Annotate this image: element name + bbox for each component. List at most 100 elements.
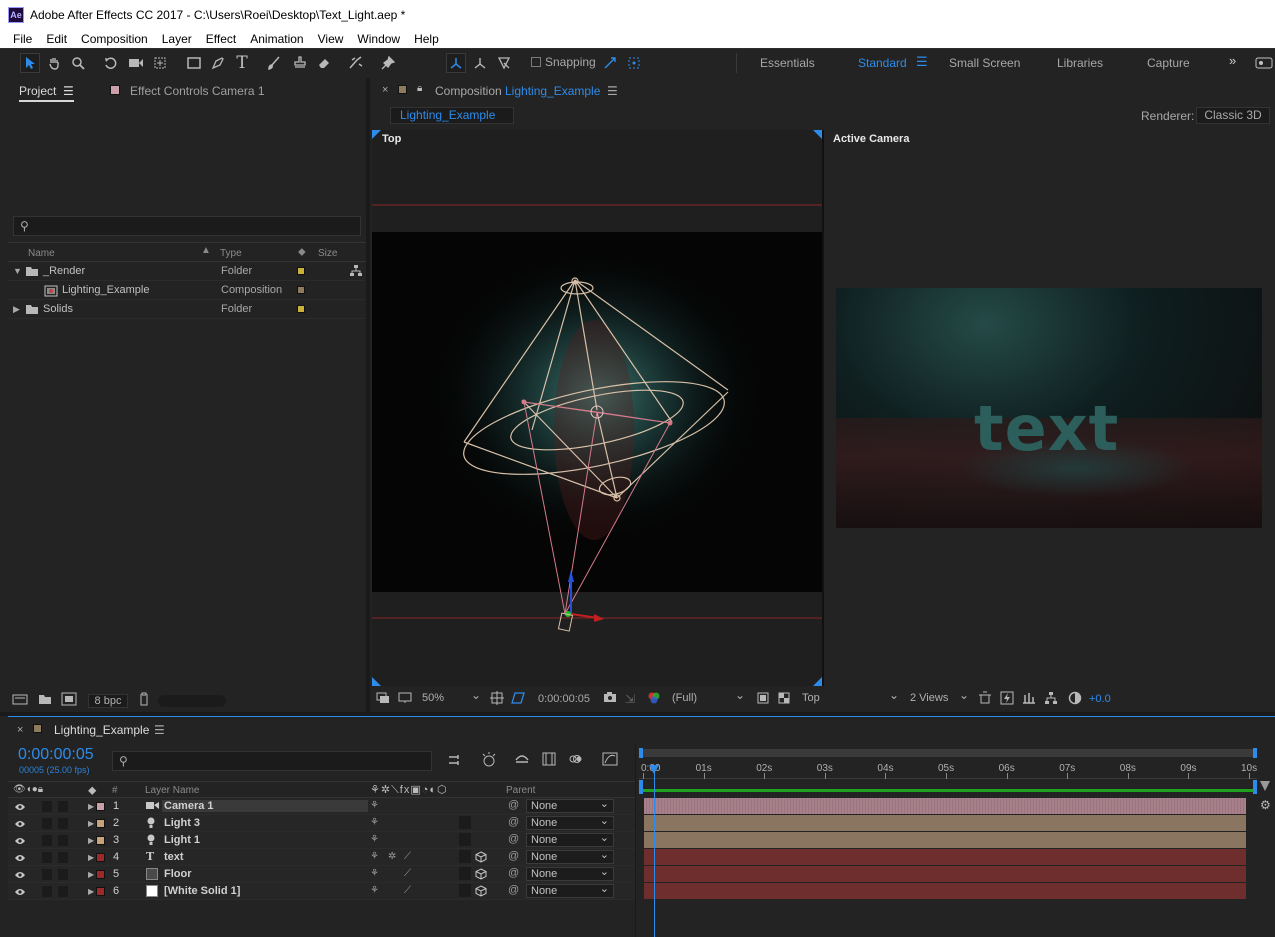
reset-exposure-icon[interactable] xyxy=(1068,691,1082,708)
interpret-footage-icon[interactable] xyxy=(12,693,28,708)
magnification-dropdown[interactable]: 50% xyxy=(418,688,484,707)
adjustment-switch[interactable] xyxy=(459,884,471,897)
layer-name[interactable]: [White Solid 1] xyxy=(162,885,242,897)
shy-switch-icon[interactable]: ⚘ xyxy=(370,868,379,879)
lock-toggle[interactable] xyxy=(58,818,68,829)
layer-label-color[interactable] xyxy=(96,802,105,811)
current-time-indicator[interactable] xyxy=(648,765,659,937)
adjustment-switch[interactable] xyxy=(459,833,471,846)
time-ruler[interactable]: 0:00 01s 02s 03s 04s 05s 06s 07s 08s 09s 10s xyxy=(639,761,1257,779)
show-snapshot-icon[interactable]: ⇲ xyxy=(625,692,635,706)
project-item[interactable]: ▶ Solids Folder xyxy=(8,300,364,319)
solo-toggle[interactable] xyxy=(42,886,52,897)
layer-row[interactable]: ▶ 5 Floor ⚘ @ None ⟋ xyxy=(8,865,635,883)
grid-guide-icon[interactable] xyxy=(490,691,504,708)
timeline-search-input[interactable]: ⚲ xyxy=(112,751,432,771)
work-area-bar[interactable] xyxy=(639,780,1257,794)
type-tool-icon[interactable]: T xyxy=(232,53,252,73)
expand-layer-icon[interactable]: ▶ xyxy=(88,819,94,828)
workspace-menu-icon[interactable]: ☰ xyxy=(916,54,928,70)
snapshot-camera-icon[interactable] xyxy=(603,691,617,706)
3d-layer-icon[interactable] xyxy=(475,851,487,866)
layer-duration-bar[interactable] xyxy=(644,815,1246,832)
visibility-eye-icon[interactable] xyxy=(14,870,26,882)
parent-dropdown[interactable]: None xyxy=(526,814,614,830)
lock-toggle[interactable] xyxy=(58,801,68,812)
transparency-grid-icon[interactable] xyxy=(778,692,790,707)
pick-whip-icon[interactable]: @ xyxy=(508,816,519,828)
effect-controls-tab[interactable]: Effect Controls Camera 1 xyxy=(130,84,265,98)
av-features-icons[interactable]: 👁︎◖●🔒︎ xyxy=(13,784,43,795)
project-tab[interactable]: Project ☰ xyxy=(19,84,74,102)
hide-shy-layers-icon[interactable] xyxy=(514,752,530,769)
pick-whip-icon[interactable]: @ xyxy=(508,799,519,811)
layer-duration-bar[interactable] xyxy=(644,832,1246,849)
layer-name[interactable]: text xyxy=(162,851,186,863)
current-time-display[interactable]: 0:00:00:05 xyxy=(18,746,94,764)
fast-previews-icon[interactable] xyxy=(1000,691,1014,708)
snapping-toggle[interactable]: Snapping xyxy=(531,55,596,69)
workspace-small-screen[interactable]: Small Screen xyxy=(949,56,1020,70)
layer-duration-bar[interactable] xyxy=(644,866,1246,883)
channel-rgb-icon[interactable] xyxy=(647,691,661,708)
expand-layer-icon[interactable]: ▶ xyxy=(88,802,94,811)
visibility-eye-icon[interactable] xyxy=(14,836,26,848)
lock-toggle[interactable] xyxy=(58,835,68,846)
delete-icon[interactable] xyxy=(138,692,150,709)
brush-tool-icon[interactable] xyxy=(264,53,284,73)
layer-duration-bar[interactable] xyxy=(644,849,1246,866)
sort-ascending-icon[interactable]: ▲ xyxy=(201,245,211,256)
panel-menu-icon[interactable]: ☰ xyxy=(63,84,74,98)
shy-switch-icon[interactable]: ⚘ xyxy=(370,885,379,896)
local-axis-mode-icon[interactable] xyxy=(446,53,466,73)
lock-toggle[interactable] xyxy=(58,886,68,897)
solo-toggle[interactable] xyxy=(42,801,52,812)
menu-animation[interactable]: Animation xyxy=(243,32,310,46)
camera-tool-icon[interactable] xyxy=(126,53,146,73)
world-axis-mode-icon[interactable] xyxy=(470,53,490,73)
workspace-standard[interactable]: Standard xyxy=(858,56,907,70)
pick-whip-icon[interactable]: @ xyxy=(508,833,519,845)
parent-dropdown[interactable]: None xyxy=(526,848,614,864)
visibility-eye-icon[interactable] xyxy=(14,887,26,899)
selection-tool-icon[interactable] xyxy=(20,53,40,73)
frame-blending-icon[interactable] xyxy=(542,752,556,769)
resolution-dropdown[interactable]: (Full) xyxy=(668,688,748,707)
search-help-icon[interactable] xyxy=(1254,53,1274,73)
menu-view[interactable]: View xyxy=(311,32,351,46)
active-camera-viewer[interactable]: Active Camera text xyxy=(824,130,1275,686)
snap-edges-icon[interactable] xyxy=(600,53,620,73)
column-name[interactable]: Name xyxy=(28,248,55,259)
quality-switch-icon[interactable]: ⟋ xyxy=(404,868,411,879)
puppet-pin-tool-icon[interactable] xyxy=(378,53,398,73)
menu-help[interactable]: Help xyxy=(407,32,446,46)
menu-edit[interactable]: Edit xyxy=(39,32,74,46)
label-column-icon[interactable]: ⬥ xyxy=(298,246,306,259)
visibility-eye-icon[interactable] xyxy=(14,819,26,831)
view-layout-dropdown[interactable]: 2 Views xyxy=(906,688,972,707)
layer-label-color[interactable] xyxy=(96,870,105,879)
close-tab-icon[interactable]: × xyxy=(382,84,388,96)
mask-visibility-icon[interactable] xyxy=(510,691,526,708)
parent-column[interactable]: Parent xyxy=(506,785,535,796)
parent-dropdown[interactable]: None xyxy=(526,831,614,847)
new-composition-icon[interactable] xyxy=(61,692,77,709)
pan-behind-tool-icon[interactable] xyxy=(150,53,170,73)
solo-toggle[interactable] xyxy=(42,818,52,829)
layer-label-color[interactable] xyxy=(96,853,105,862)
view-axis-mode-icon[interactable] xyxy=(494,53,514,73)
time-navigator[interactable] xyxy=(639,748,1257,758)
snapping-checkbox[interactable] xyxy=(531,57,541,67)
lock-toggle[interactable] xyxy=(58,852,68,863)
workspace-capture[interactable]: Capture xyxy=(1147,56,1190,70)
eraser-tool-icon[interactable] xyxy=(314,53,334,73)
shy-switch-icon[interactable]: ⚘ xyxy=(370,851,379,862)
composition-mini-flowchart-icon[interactable] xyxy=(448,753,464,770)
toggle-pixel-aspect-icon[interactable] xyxy=(978,691,992,708)
snap-features-icon[interactable] xyxy=(624,53,644,73)
timeline-tab[interactable]: Lighting_Example xyxy=(54,723,149,737)
new-folder-icon[interactable] xyxy=(38,693,52,708)
graph-editor-icon[interactable] xyxy=(602,752,618,769)
timeline-icon[interactable] xyxy=(1022,691,1036,708)
adjustment-switch[interactable] xyxy=(459,850,471,863)
